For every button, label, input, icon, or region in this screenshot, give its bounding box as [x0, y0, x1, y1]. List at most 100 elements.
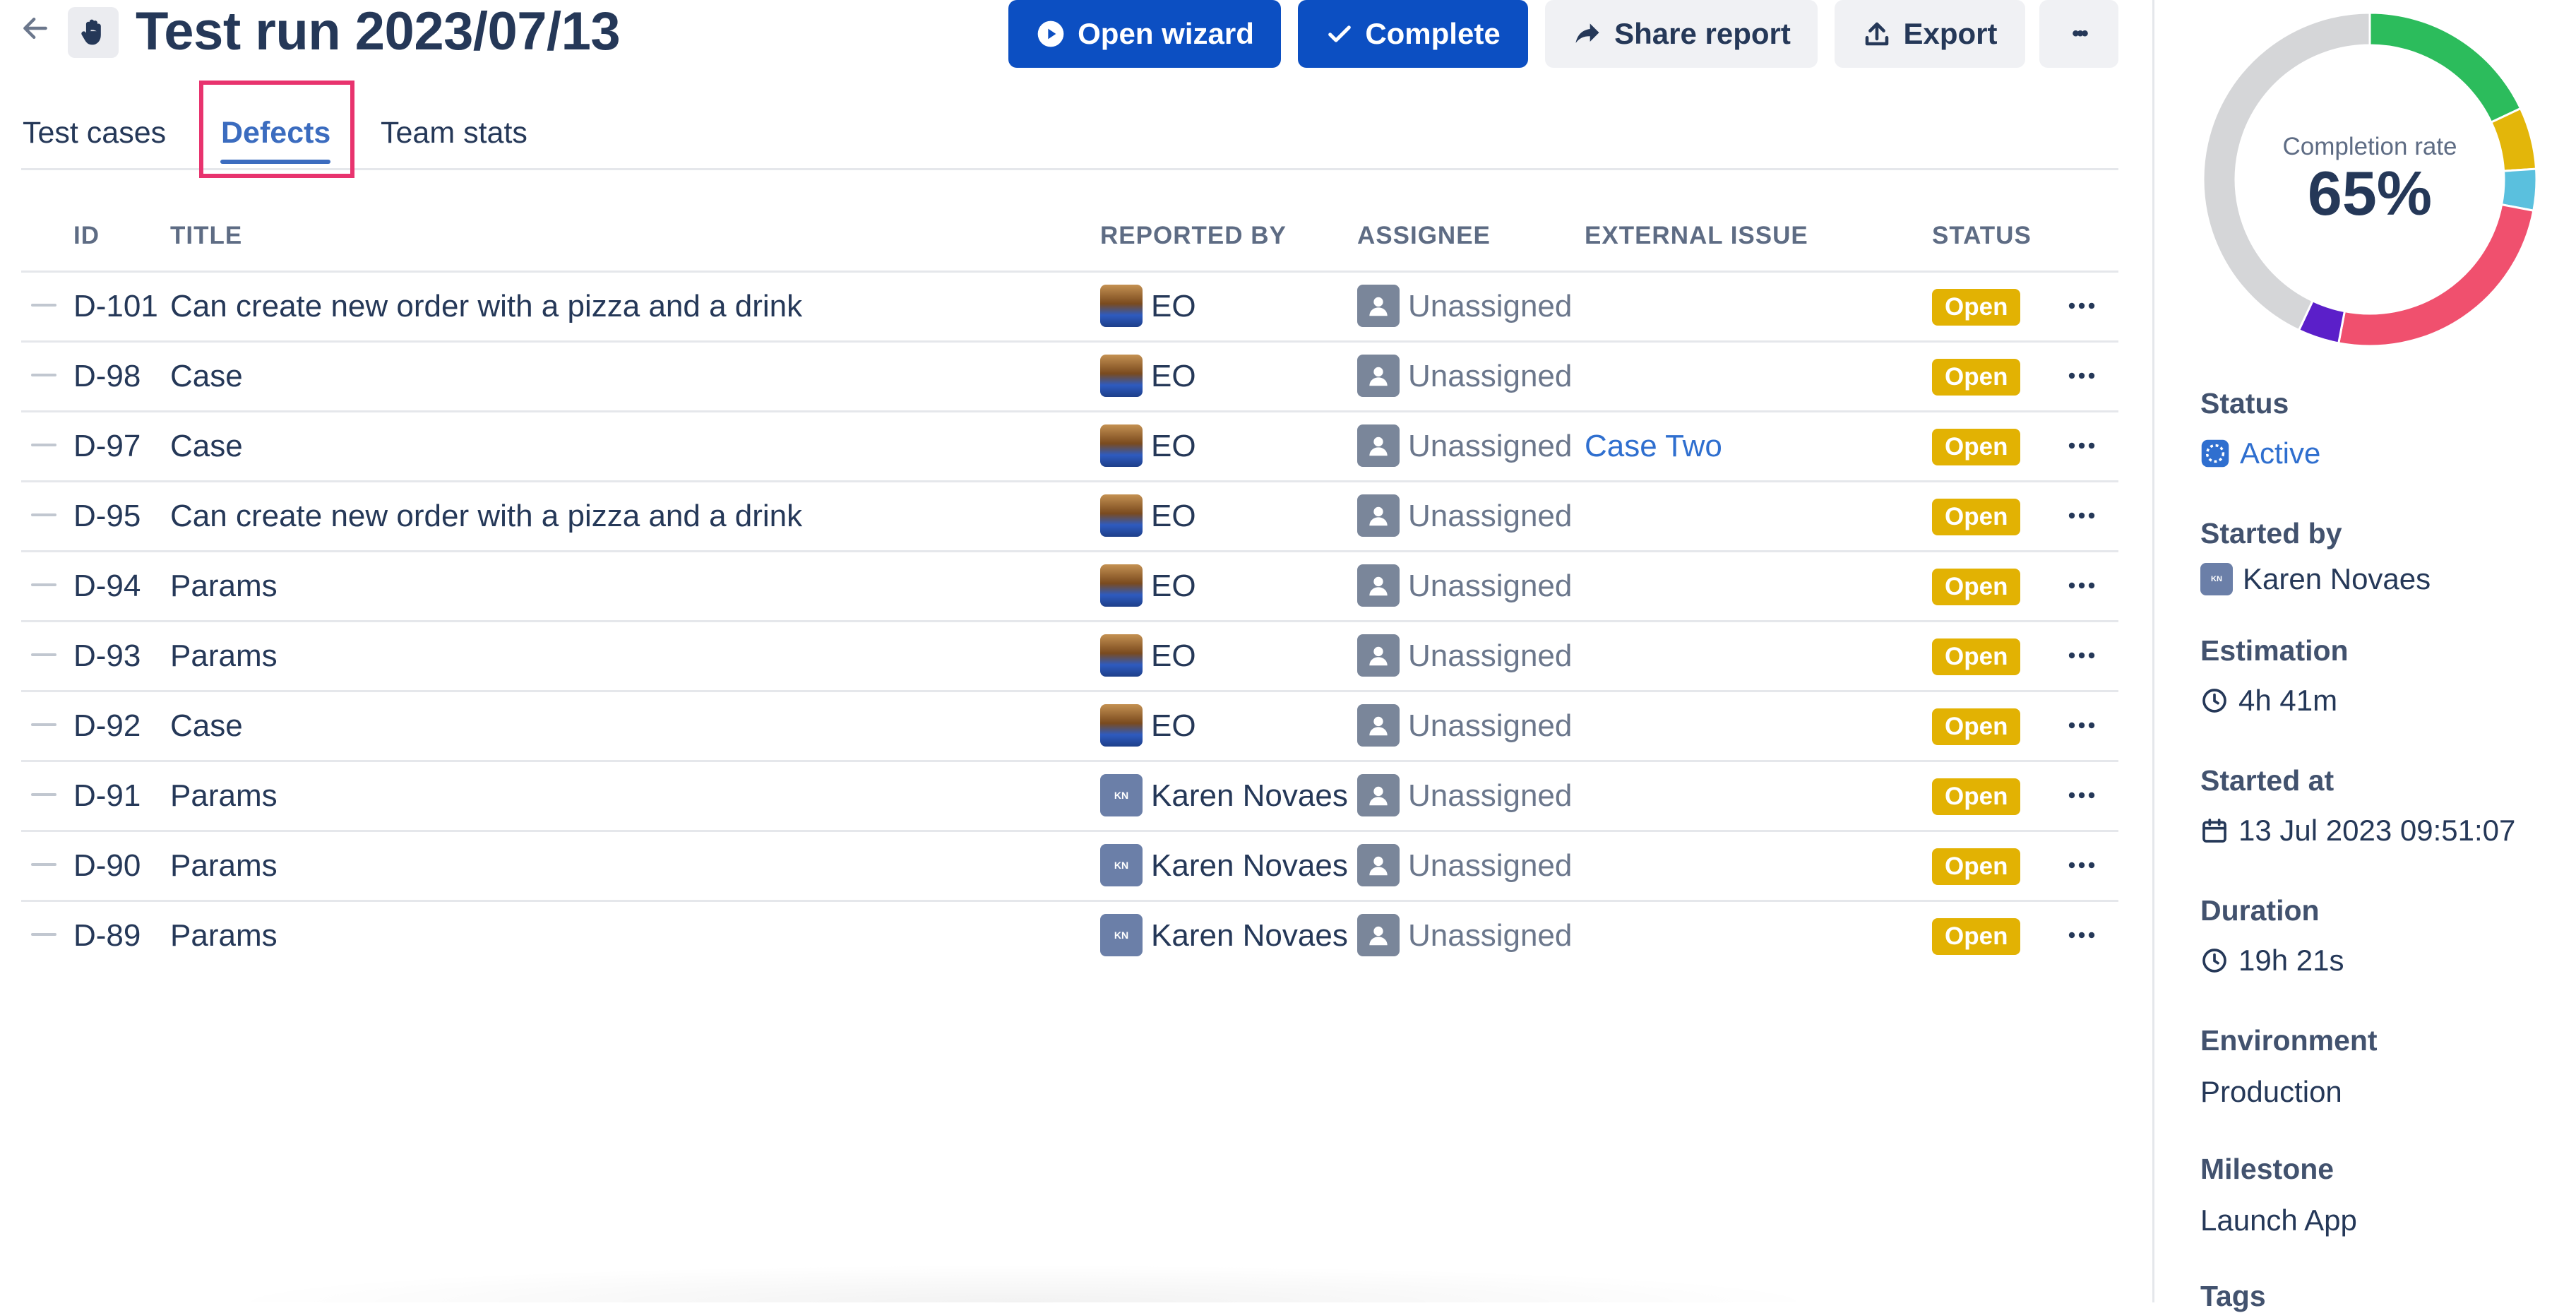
tab-team-stats[interactable]: Team stats	[381, 113, 527, 153]
status-badge: Open	[1932, 359, 2021, 396]
unassigned-user-icon	[1357, 285, 1400, 327]
reporter-name: EO	[1151, 499, 1196, 533]
row-more-icon[interactable]	[2062, 358, 2101, 393]
table-row[interactable]: D-101 Can create new order with a pizza a…	[21, 271, 2118, 340]
external-issue-link[interactable]: Case Two	[1585, 427, 1722, 466]
manual-run-hand-icon	[68, 7, 119, 58]
assignee-name[interactable]: Unassigned	[1408, 776, 1572, 816]
reporter-name: Karen Novaes	[1151, 848, 1348, 883]
tab-test-cases[interactable]: Test cases	[23, 113, 166, 153]
column-header-reported-by: REPORTED BY	[1100, 222, 1287, 249]
assignee-name[interactable]: Unassigned	[1408, 566, 1572, 606]
complete-label: Complete	[1365, 17, 1501, 50]
defect-title[interactable]: Case	[170, 427, 243, 466]
reporter-name: EO	[1151, 289, 1196, 323]
row-more-icon[interactable]	[2062, 428, 2101, 463]
row-collapse-dash	[31, 444, 56, 446]
row-more-icon[interactable]	[2062, 708, 2101, 743]
sidebar-divider	[2152, 0, 2154, 1302]
assignee-name[interactable]: Unassigned	[1408, 287, 1572, 326]
defect-id[interactable]: D-97	[73, 427, 141, 466]
avatar	[1100, 285, 1143, 327]
calendar-icon	[2202, 819, 2226, 843]
defect-id[interactable]: D-94	[73, 566, 141, 606]
assignee-name[interactable]: Unassigned	[1408, 357, 1572, 396]
row-more-icon[interactable]	[2062, 288, 2101, 323]
duration-value: 19h 21s	[2200, 944, 2344, 978]
started-by-label: Started by	[2200, 517, 2342, 549]
row-collapse-dash	[31, 793, 56, 796]
reporter-name: EO	[1151, 708, 1196, 743]
table-row[interactable]: D-97 Case EO Unassigned Case Two Open	[21, 410, 2118, 480]
defect-id[interactable]: D-89	[73, 916, 141, 956]
avatar	[1100, 355, 1143, 397]
status-badge: Open	[1932, 429, 2021, 465]
defect-title[interactable]: Params	[170, 916, 278, 956]
back-arrow-icon[interactable]	[16, 8, 55, 48]
column-header-title: TITLE	[170, 222, 243, 249]
milestone-value: Launch App	[2200, 1204, 2357, 1237]
unassigned-user-icon	[1357, 424, 1400, 467]
row-collapse-dash	[31, 304, 56, 307]
status-badge: Open	[1932, 848, 2021, 885]
export-button[interactable]: Export	[1835, 0, 2025, 68]
page-title: Test run 2023/07/13	[136, 1, 621, 61]
table-row[interactable]: D-93 Params EO Unassigned Open	[21, 620, 2118, 690]
defect-title[interactable]: Params	[170, 566, 278, 606]
defect-id[interactable]: D-92	[73, 706, 141, 746]
defect-title[interactable]: Case	[170, 706, 243, 746]
assignee-name[interactable]: Unassigned	[1408, 706, 1572, 746]
assignee-name[interactable]: Unassigned	[1408, 636, 1572, 676]
assignee-name[interactable]: Unassigned	[1408, 916, 1572, 956]
row-collapse-dash	[31, 653, 56, 656]
row-more-icon[interactable]	[2062, 848, 2101, 883]
table-row[interactable]: D-89 Params KN Karen Novaes Unassigned Open	[21, 900, 2118, 970]
avatar	[1100, 634, 1143, 677]
table-row[interactable]: D-98 Case EO Unassigned Open	[21, 340, 2118, 410]
row-more-icon[interactable]	[2062, 498, 2101, 533]
status-badge: Open	[1932, 638, 2021, 675]
avatar	[1100, 424, 1143, 467]
share-report-button[interactable]: Share report	[1545, 0, 1818, 68]
defect-title[interactable]: Case	[170, 357, 243, 396]
complete-button[interactable]: Complete	[1298, 0, 1528, 68]
defect-id[interactable]: D-93	[73, 636, 141, 676]
row-more-icon[interactable]	[2062, 778, 2101, 813]
table-row[interactable]: D-94 Params EO Unassigned Open	[21, 550, 2118, 620]
row-more-icon[interactable]	[2062, 917, 2101, 953]
defect-title[interactable]: Params	[170, 636, 278, 676]
status-label: Status	[2200, 387, 2289, 420]
open-wizard-button[interactable]: Open wizard	[1008, 0, 1281, 68]
duration-label: Duration	[2200, 894, 2320, 927]
estimation-text: 4h 41m	[2238, 684, 2338, 717]
defect-title[interactable]: Params	[170, 776, 278, 816]
defect-id[interactable]: D-95	[73, 497, 141, 536]
defect-id[interactable]: D-98	[73, 357, 141, 396]
table-row[interactable]: D-92 Case EO Unassigned Open	[21, 690, 2118, 760]
assignee-name[interactable]: Unassigned	[1408, 497, 1572, 536]
defect-id[interactable]: D-101	[73, 287, 158, 326]
defect-title[interactable]: Can create new order with a pizza and a …	[170, 287, 802, 326]
status-value[interactable]: Active	[2200, 436, 2320, 470]
column-header-id: ID	[73, 222, 100, 249]
table-row[interactable]: D-95 Can create new order with a pizza an…	[21, 480, 2118, 550]
defect-id[interactable]: D-91	[73, 776, 141, 816]
donut-segment-0	[2368, 11, 2522, 124]
table-row[interactable]: D-91 Params KN Karen Novaes Unassigned Open	[21, 760, 2118, 830]
unassigned-user-icon	[1357, 704, 1400, 747]
unassigned-user-icon	[1357, 494, 1400, 537]
reporter-name: Karen Novaes	[1151, 918, 1348, 953]
defect-title[interactable]: Can create new order with a pizza and a …	[170, 497, 802, 536]
started-by-value: KN Karen Novaes	[2200, 562, 2431, 596]
assignee-name[interactable]: Unassigned	[1408, 427, 1572, 466]
started-at-value: 13 Jul 2023 09:51:07	[2200, 814, 2515, 848]
defect-title[interactable]: Params	[170, 846, 278, 886]
more-actions-button[interactable]: •••	[2039, 0, 2118, 68]
assignee-name[interactable]: Unassigned	[1408, 846, 1572, 886]
unassigned-user-icon	[1357, 564, 1400, 607]
defect-id[interactable]: D-90	[73, 846, 141, 886]
table-row[interactable]: D-90 Params KN Karen Novaes Unassigned Open	[21, 830, 2118, 900]
ellipsis-icon: •••	[2072, 22, 2088, 45]
row-more-icon[interactable]	[2062, 568, 2101, 603]
row-more-icon[interactable]	[2062, 638, 2101, 673]
